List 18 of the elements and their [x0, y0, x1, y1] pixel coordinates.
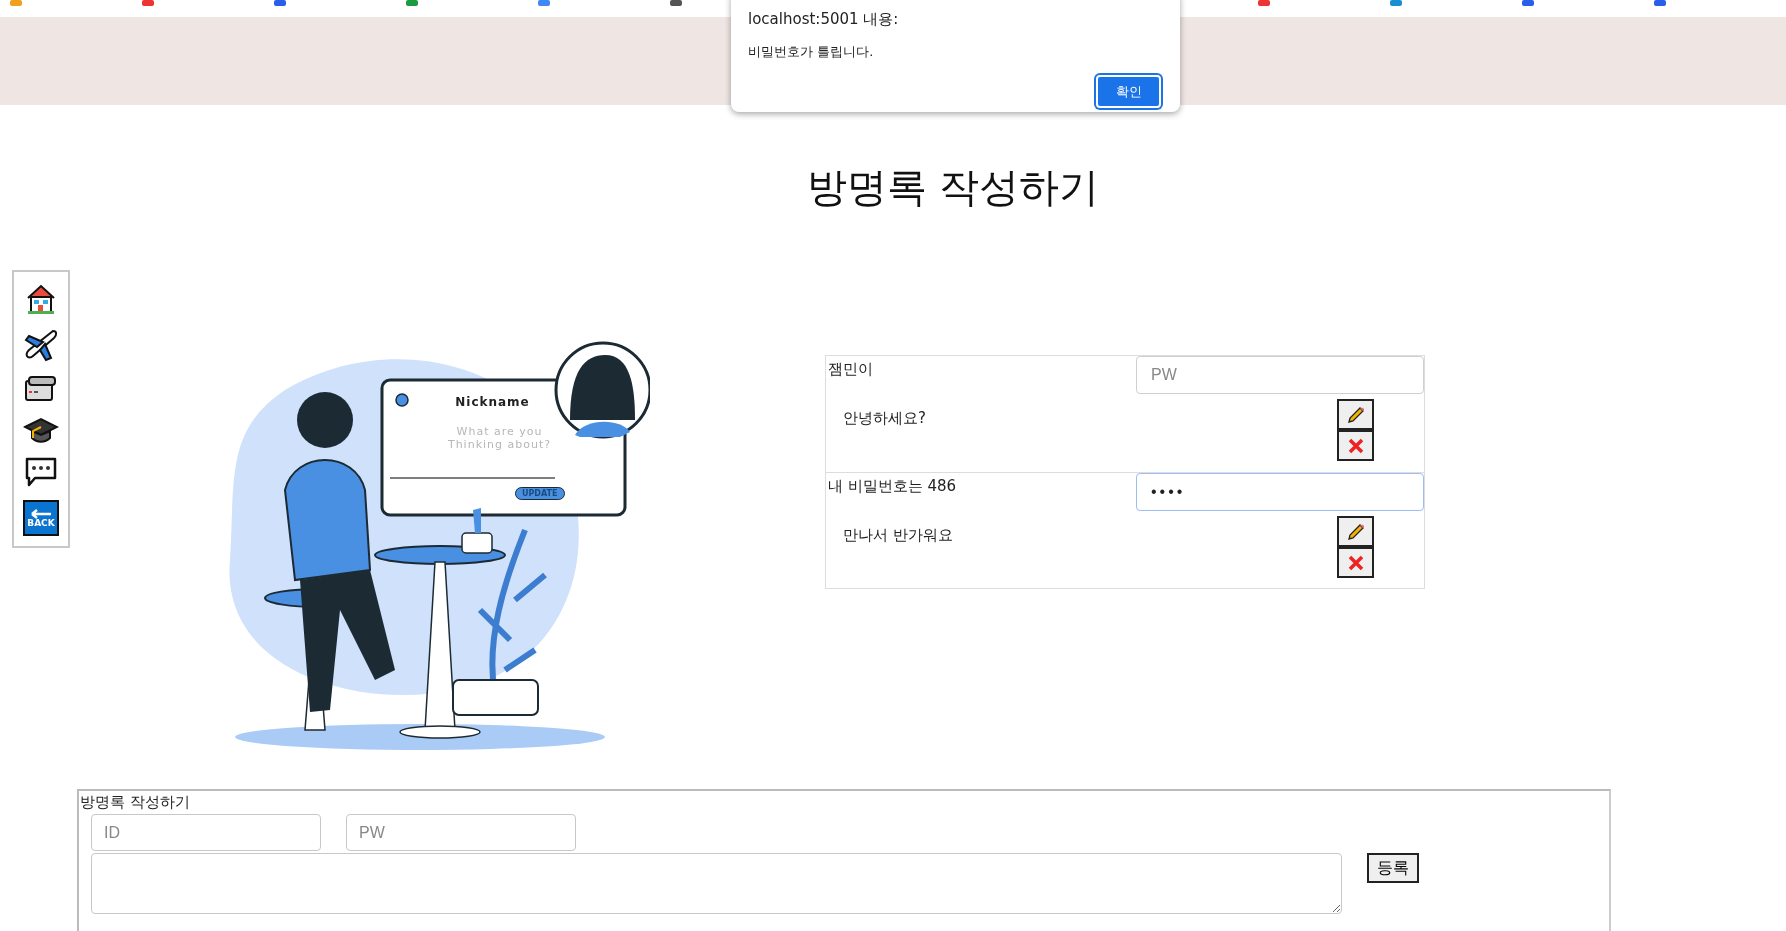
entry-message: 만나서 반가워요 — [843, 525, 953, 546]
pw-field[interactable]: PW — [346, 814, 576, 851]
entry-message: 안녕하세요? — [843, 408, 926, 429]
card-title: Nickname — [454, 395, 531, 409]
password-field[interactable]: •••• — [1136, 473, 1424, 511]
form-title: 방명록 작성하기 — [79, 792, 191, 812]
text-input-field: What are you Thinking about? — [437, 426, 562, 452]
alert-message: 비밀번호가 틀립니다. — [748, 43, 875, 61]
back-button[interactable]: BACK — [23, 500, 59, 536]
submit-button[interactable]: 등록 — [1367, 853, 1419, 883]
page-title: 방명록 작성하기 — [806, 163, 1100, 212]
ok-button[interactable]: 확인 — [1096, 75, 1161, 108]
alert-title: localhost:5001 내용: — [748, 10, 900, 29]
entry-author: 잼민이 — [827, 359, 873, 379]
id-field[interactable]: ID — [91, 814, 321, 851]
password-field[interactable]: PW — [1136, 356, 1424, 394]
update-label: UPDATE — [515, 487, 565, 500]
entry-author: 내 비밀번호는 486 — [827, 476, 957, 496]
